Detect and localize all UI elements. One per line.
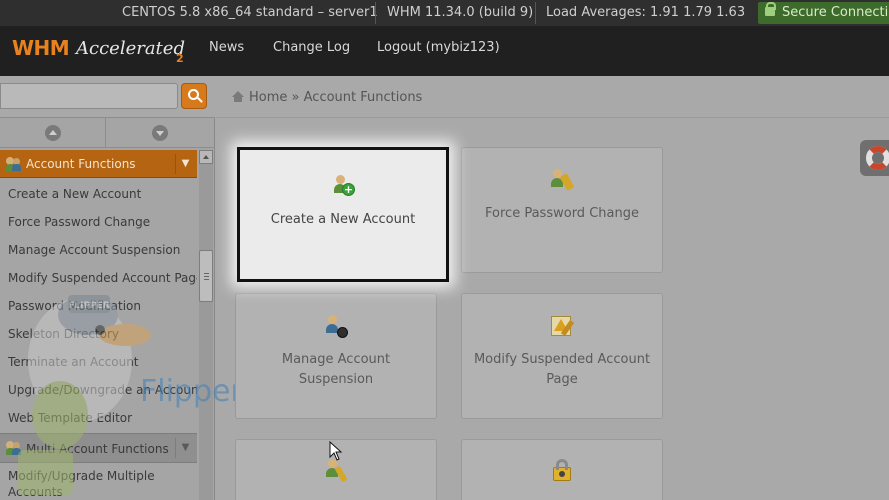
scroll-down-button[interactable]: [106, 118, 214, 148]
secure-connection-label: Secure Connection: [782, 5, 889, 20]
breadcrumb-separator: »: [291, 90, 300, 105]
status-divider: [535, 2, 536, 24]
chevron-down-icon[interactable]: ▼: [175, 438, 195, 458]
tile-force-password-change[interactable]: Force Password Change: [461, 147, 663, 273]
users-icon: [6, 441, 21, 455]
lifebuoy-icon-stripes: [866, 146, 889, 170]
sidebar-item-terminate-account[interactable]: Terminate an Account: [0, 348, 197, 376]
section-multi-account-functions[interactable]: Multi Account Functions ▼: [0, 433, 197, 463]
users-icon: [6, 157, 21, 171]
sidebar-item-web-template-editor[interactable]: Web Template Editor: [0, 404, 197, 432]
sidebar-item-modify-multiple-accounts[interactable]: Modify/Upgrade Multiple Accounts: [0, 466, 197, 500]
sidebar-item-password-modification[interactable]: Password Modification: [0, 292, 197, 320]
tile-label: Modify Suspended Account Page: [473, 352, 651, 387]
sidebar-item-force-password-change[interactable]: Force Password Change: [0, 208, 197, 236]
tile-account-function[interactable]: [461, 439, 663, 500]
lock-icon: [765, 2, 776, 16]
arrow-down-glyph: [156, 131, 164, 136]
scrollbar-up-arrow[interactable]: [199, 150, 213, 164]
content-divider: [216, 117, 889, 118]
logo-accelerated-text: Accelerated: [76, 38, 185, 59]
sidebar-item-modify-suspended-page[interactable]: Modify Suspended Account Page: [0, 264, 197, 292]
suspend-user-icon: [323, 314, 349, 340]
section-account-functions[interactable]: Account Functions ▼: [0, 150, 197, 178]
mouse-cursor-icon: [329, 441, 343, 461]
lock-icon: [549, 458, 575, 484]
nav-logout-link[interactable]: Logout (mybiz123): [377, 26, 500, 70]
sidebar-item-create-account[interactable]: Create a New Account: [0, 180, 197, 208]
search-icon-handle: [197, 97, 203, 103]
breadcrumb-home-link[interactable]: Home: [249, 90, 287, 105]
add-user-icon: +: [330, 174, 356, 200]
server-info: CENTOS 5.8 x86_64 standard – server1: [122, 5, 378, 20]
tile-create-new-account[interactable]: + Create a New Account: [237, 147, 449, 282]
sidebar-item-manage-suspension[interactable]: Manage Account Suspension: [0, 236, 197, 264]
tile-label: Create a New Account: [270, 212, 416, 227]
warning-page-icon: [549, 314, 575, 340]
whm-logo[interactable]: WHM Accelerated 2: [12, 34, 192, 68]
nav-news-link[interactable]: News: [209, 26, 244, 70]
sidebar-scrollbar[interactable]: [199, 150, 213, 500]
tile-manage-account-suspension[interactable]: Manage Account Suspension: [235, 293, 437, 419]
scrollbar-thumb[interactable]: [199, 250, 213, 302]
logo-version: 2: [176, 52, 184, 65]
sidebar-item-skeleton-directory[interactable]: Skeleton Directory: [0, 320, 197, 348]
nav-change-log-link[interactable]: Change Log: [273, 26, 350, 70]
breadcrumb-current: Account Functions: [303, 90, 423, 105]
tile-modify-suspended-account-page[interactable]: Modify Suspended Account Page: [461, 293, 663, 419]
arrow-up-glyph: [49, 130, 57, 135]
scroll-up-button[interactable]: [0, 118, 106, 148]
home-icon: [232, 91, 245, 102]
help-lifebuoy-tab[interactable]: [860, 140, 889, 176]
load-averages: Load Averages: 1.91 1.79 1.63: [546, 5, 746, 20]
sidebar: Account Functions ▼ Create a New Account…: [0, 76, 215, 500]
sidebar-search: [0, 76, 215, 118]
whm-version: WHM 11.34.0 (build 9): [387, 5, 534, 20]
top-navigation: WHM Accelerated 2 News Change Log Logout…: [0, 26, 889, 76]
tile-label: Force Password Change: [485, 206, 639, 221]
section-title: Account Functions: [26, 157, 136, 171]
breadcrumb: Home » Account Functions: [232, 90, 422, 110]
search-button[interactable]: [181, 83, 207, 109]
secure-connection-badge: Secure Connection: [758, 2, 889, 24]
search-input[interactable]: [0, 83, 178, 109]
tile-label: Manage Account Suspension: [281, 352, 391, 387]
status-divider: [375, 2, 376, 24]
user-edit-icon: [323, 458, 349, 484]
logo-whm-text: WHM: [12, 36, 70, 60]
chevron-down-icon[interactable]: ▼: [175, 154, 195, 174]
password-user-icon: [549, 168, 575, 194]
sidebar-item-upgrade-downgrade[interactable]: Upgrade/Downgrade an Account: [0, 376, 197, 404]
section-title: Multi Account Functions: [26, 442, 169, 456]
server-status-bar: CENTOS 5.8 x86_64 standard – server1 WHM…: [0, 0, 889, 26]
sidebar-scroll-controls: [0, 118, 215, 148]
